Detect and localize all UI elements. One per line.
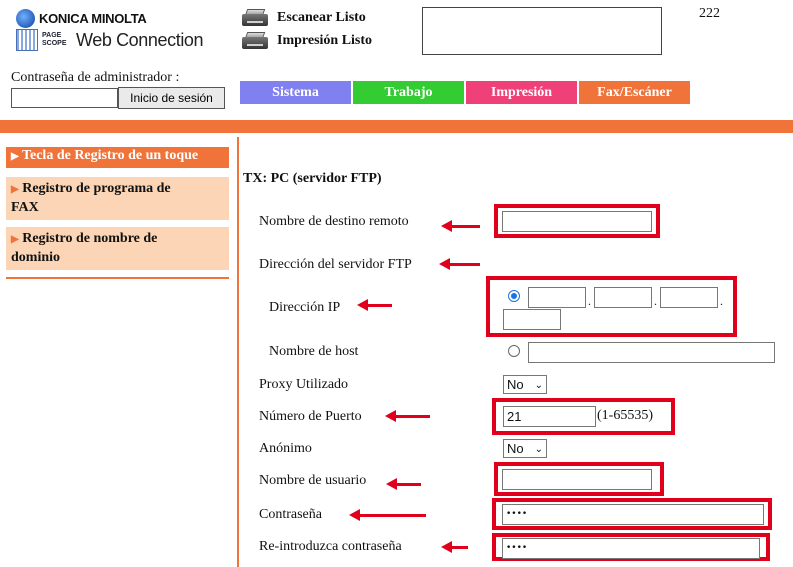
brand-name: KONICA MINOLTA (39, 11, 147, 26)
proxy-select[interactable]: No ⌄ (503, 375, 547, 394)
vertical-divider (237, 137, 239, 567)
port-label: Número de Puerto (259, 409, 362, 424)
main-tabs: Sistema Trabajo Impresión Fax/Escáner (240, 81, 690, 104)
globe-logo-icon (16, 9, 35, 28)
anonymous-select-value: No (507, 441, 524, 456)
ip-octet-4-input[interactable] (503, 309, 561, 330)
triangle-right-icon: ▶ (11, 234, 19, 245)
ftp-server-label: Dirección del servidor FTP (259, 257, 412, 272)
pagescope-mark-icon (16, 29, 38, 51)
proxy-label: Proxy Utilizado (259, 377, 349, 392)
sidebar-item-label-2: dominio (11, 250, 61, 265)
counter-value: 222 (699, 6, 720, 21)
message-box (422, 7, 662, 55)
chevron-down-icon: ⌄ (534, 444, 543, 455)
product-name: Web Connection (76, 29, 204, 50)
anonymous-select[interactable]: No ⌄ (503, 439, 547, 458)
header-divider (0, 120, 793, 133)
ip-address-radio[interactable] (508, 290, 520, 302)
sidebar-item-label-2: FAX (11, 200, 39, 215)
scan-status-text: Escanear Listo (277, 10, 366, 25)
printer-icon (241, 31, 269, 51)
print-status-text: Impresión Listo (277, 33, 373, 48)
arrow-left-icon (441, 541, 468, 553)
arrow-left-icon (441, 220, 480, 232)
triangle-right-icon: ▶ (11, 151, 19, 162)
ip-separator: . (654, 294, 657, 308)
port-input[interactable]: 21 (503, 406, 596, 427)
arrow-left-icon (357, 299, 392, 311)
ip-octet-2-input[interactable] (594, 287, 652, 308)
ip-octet-1-input[interactable] (528, 287, 586, 308)
arrow-left-icon (386, 478, 421, 490)
host-name-radio[interactable] (508, 345, 520, 357)
username-label: Nombre de usuario (259, 473, 367, 488)
anonymous-label: Anónimo (259, 441, 312, 456)
ip-separator: . (720, 294, 723, 308)
password-label: Contraseña (259, 507, 322, 522)
sidebar-item-fax-program[interactable]: ▶ Registro de programa de FAX (6, 177, 229, 220)
login-button[interactable]: Inicio de sesión (118, 87, 225, 109)
tab-sistema[interactable]: Sistema (240, 81, 351, 104)
triangle-right-icon: ▶ (11, 184, 19, 195)
sidebar-item-one-touch[interactable]: ▶ Tecla de Registro de un toque (6, 147, 229, 168)
sidebar-divider (6, 277, 229, 279)
sidebar-item-label: Registro de nombre de (22, 231, 158, 246)
arrow-left-icon (349, 509, 426, 521)
admin-password-label: Contraseña de administrador : (11, 70, 180, 85)
pagescope-logo: PAGE SCOPE Web Connection (16, 29, 204, 51)
arrow-left-icon (385, 410, 430, 422)
host-name-input[interactable] (528, 342, 775, 363)
ip-octet-3-input[interactable] (660, 287, 718, 308)
ip-separator: . (588, 294, 591, 308)
sidebar-item-label: Tecla de Registro de un toque (21, 148, 199, 163)
form-title: TX: PC (servidor FTP) (243, 171, 382, 186)
ip-address-label: Dirección IP (269, 300, 341, 315)
password-input[interactable]: •••• (502, 504, 764, 525)
tab-impresion[interactable]: Impresión (466, 81, 577, 104)
sidebar-item-domain-name[interactable]: ▶ Registro de nombre de dominio (6, 227, 229, 270)
scan-status: Escanear Listo (241, 8, 366, 28)
repassword-input[interactable]: •••• (502, 538, 760, 559)
host-name-label: Nombre de host (269, 344, 359, 359)
scanner-icon (241, 8, 269, 28)
konica-minolta-logo: KONICA MINOLTA (16, 9, 147, 28)
arrow-left-icon (439, 258, 480, 270)
username-input[interactable] (502, 469, 652, 490)
pagescope-label: PAGE SCOPE (42, 32, 67, 47)
sidebar-item-label: Registro de programa de (22, 181, 171, 196)
admin-password-input[interactable] (11, 88, 118, 108)
tab-fax-escaner[interactable]: Fax/Escáner (579, 81, 690, 104)
proxy-select-value: No (507, 377, 524, 392)
print-status: Impresión Listo (241, 31, 372, 51)
port-range-hint: (1-65535) (597, 408, 653, 423)
chevron-down-icon: ⌄ (534, 380, 543, 391)
tab-trabajo[interactable]: Trabajo (353, 81, 464, 104)
remote-name-input[interactable] (502, 211, 652, 232)
repassword-label: Re-introduzca contraseña (259, 539, 402, 554)
remote-name-label: Nombre de destino remoto (259, 214, 409, 229)
